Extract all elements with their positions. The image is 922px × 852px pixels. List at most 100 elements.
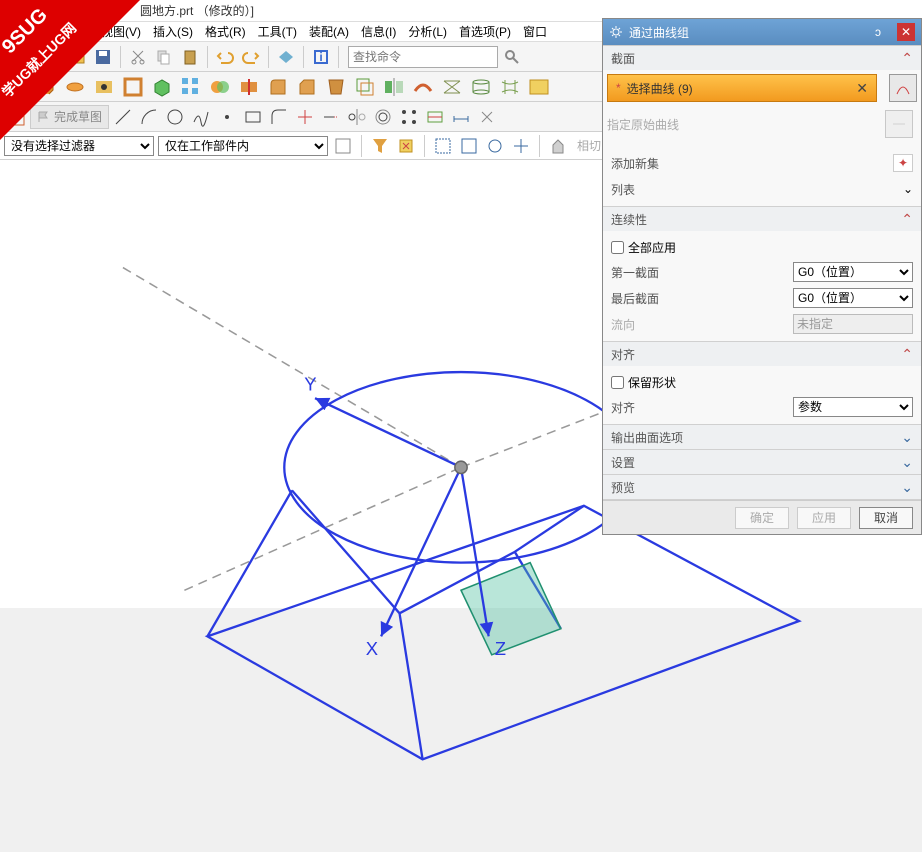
panel-options-icon[interactable]: ɔ [869, 23, 887, 41]
section-header-output[interactable]: 输出曲面选项 ⌄ [603, 425, 921, 449]
first-section-combo[interactable]: G0（位置） [793, 262, 913, 282]
dimension-tool-icon[interactable] [449, 105, 473, 129]
menu-insert[interactable]: 插入(S) [147, 23, 199, 40]
offset-tool-icon[interactable] [371, 105, 395, 129]
list-row[interactable]: 列表 ⌄ [611, 176, 913, 202]
filter-icon-7[interactable] [510, 135, 532, 157]
panel-close-button[interactable]: ✕ [897, 23, 915, 41]
menu-analysis[interactable]: 分析(L) [402, 23, 453, 40]
save-button[interactable] [91, 45, 115, 69]
align-combo[interactable]: 参数 [793, 397, 913, 417]
cancel-button[interactable]: 取消 [859, 507, 913, 529]
undo-button[interactable] [213, 45, 237, 69]
feature-trim-icon[interactable] [236, 74, 262, 100]
select-curve-row[interactable]: * 选择曲线 (9) ✕ [607, 74, 877, 102]
rect-tool-icon[interactable] [241, 105, 265, 129]
circle-tool-icon[interactable] [163, 105, 187, 129]
curve-picker-button[interactable] [889, 74, 917, 102]
feature-mirror-icon[interactable] [381, 74, 407, 100]
section-header-cross[interactable]: 截面 ⌃ [603, 46, 921, 70]
expand-icon: ⌄ [903, 182, 913, 196]
feature-ruled-icon[interactable] [439, 74, 465, 100]
constraint-tool-icon[interactable] [475, 105, 499, 129]
new-button[interactable] [39, 45, 63, 69]
arc-tool-icon[interactable] [137, 105, 161, 129]
selection-filter-combo[interactable]: 没有选择过滤器 [4, 136, 154, 156]
cut-button[interactable] [126, 45, 150, 69]
info-button[interactable]: i [309, 45, 333, 69]
keep-shape-label: 保留形状 [628, 374, 676, 391]
feature-pattern-icon[interactable] [178, 74, 204, 100]
filter-icon-8[interactable] [547, 135, 569, 157]
menu-format[interactable]: 格式(R) [199, 23, 252, 40]
feature-curve-mesh-icon[interactable] [497, 74, 523, 100]
paste-button[interactable] [178, 45, 202, 69]
view-button[interactable] [274, 45, 298, 69]
axis-icon[interactable]: ✕ [856, 80, 868, 97]
filter-icon-6[interactable] [484, 135, 506, 157]
feature-sketch-icon[interactable] [4, 74, 30, 100]
panel-title-label: 通过曲线组 [629, 24, 689, 41]
fillet-tool-icon[interactable] [267, 105, 291, 129]
spline-tool-icon[interactable] [189, 105, 213, 129]
feature-offset-icon[interactable] [352, 74, 378, 100]
pattern-tool-icon[interactable] [397, 105, 421, 129]
feature-fillet-icon[interactable] [265, 74, 291, 100]
redo-button[interactable] [239, 45, 263, 69]
line-tool-icon[interactable] [111, 105, 135, 129]
project-tool-icon[interactable] [423, 105, 447, 129]
keep-shape-checkbox[interactable] [611, 376, 624, 389]
section-header-preview[interactable]: 预览 ⌄ [603, 475, 921, 499]
filter-icon-2[interactable] [369, 135, 391, 157]
trim-tool-icon[interactable] [293, 105, 317, 129]
feature-more-icon[interactable] [526, 74, 552, 100]
feature-extrude-icon[interactable] [33, 74, 59, 100]
section-header-align[interactable]: 对齐 ⌃ [603, 342, 921, 366]
collapse-icon: ⌃ [901, 211, 913, 228]
sketch-icon[interactable] [4, 105, 28, 129]
menu-info[interactable]: 信息(I) [355, 23, 402, 40]
filter-icon-5[interactable] [458, 135, 480, 157]
apply-all-checkbox[interactable] [611, 241, 624, 254]
open-button[interactable] [65, 45, 89, 69]
scope-combo[interactable]: 仅在工作部件内 [158, 136, 328, 156]
feature-cube-icon[interactable] [149, 74, 175, 100]
extend-tool-icon[interactable] [319, 105, 343, 129]
expand-icon: ⌄ [901, 454, 913, 471]
menu-window[interactable]: 窗口 [517, 23, 553, 40]
point-tool-icon[interactable] [215, 105, 239, 129]
last-section-combo[interactable]: G0（位置） [793, 288, 913, 308]
section-label: 截面 [611, 50, 635, 67]
filter-icon-4[interactable] [432, 135, 454, 157]
feature-chamfer-icon[interactable] [294, 74, 320, 100]
filter-icon-1[interactable] [332, 135, 354, 157]
menu-assembly[interactable]: 装配(A) [303, 23, 355, 40]
feature-shell-icon[interactable] [120, 74, 146, 100]
panel-footer: 确定 应用 取消 [603, 500, 921, 534]
apply-all-checkbox-row[interactable]: 全部应用 [611, 235, 913, 259]
menu-tools[interactable]: 工具(T) [252, 23, 303, 40]
feature-draft-icon[interactable] [323, 74, 349, 100]
section-header-settings[interactable]: 设置 ⌄ [603, 450, 921, 474]
feature-revolve-icon[interactable] [62, 74, 88, 100]
add-set-button[interactable]: ✦ [893, 154, 913, 172]
apply-button[interactable]: 应用 [797, 507, 851, 529]
section-header-continuity[interactable]: 连续性 ⌃ [603, 207, 921, 231]
mirror-tool-icon[interactable] [345, 105, 369, 129]
feature-unite-icon[interactable] [207, 74, 233, 100]
feature-sweep-icon[interactable] [410, 74, 436, 100]
finish-sketch-button[interactable]: 完成草图 [30, 105, 109, 129]
command-search-input[interactable] [348, 46, 498, 68]
start-button[interactable] [4, 45, 28, 69]
search-icon[interactable] [500, 45, 524, 69]
feature-through-curves-icon[interactable] [468, 74, 494, 100]
copy-button[interactable] [152, 45, 176, 69]
menu-view[interactable]: 视图(V) [95, 23, 147, 40]
feature-hole-icon[interactable] [91, 74, 117, 100]
filter-icon-3[interactable] [395, 135, 417, 157]
panel-title-bar[interactable]: 通过曲线组 ɔ ✕ [603, 19, 921, 45]
keep-shape-checkbox-row[interactable]: 保留形状 [611, 370, 913, 394]
menu-preferences[interactable]: 首选项(P) [453, 23, 517, 40]
apply-all-label: 全部应用 [628, 239, 676, 256]
ok-button[interactable]: 确定 [735, 507, 789, 529]
